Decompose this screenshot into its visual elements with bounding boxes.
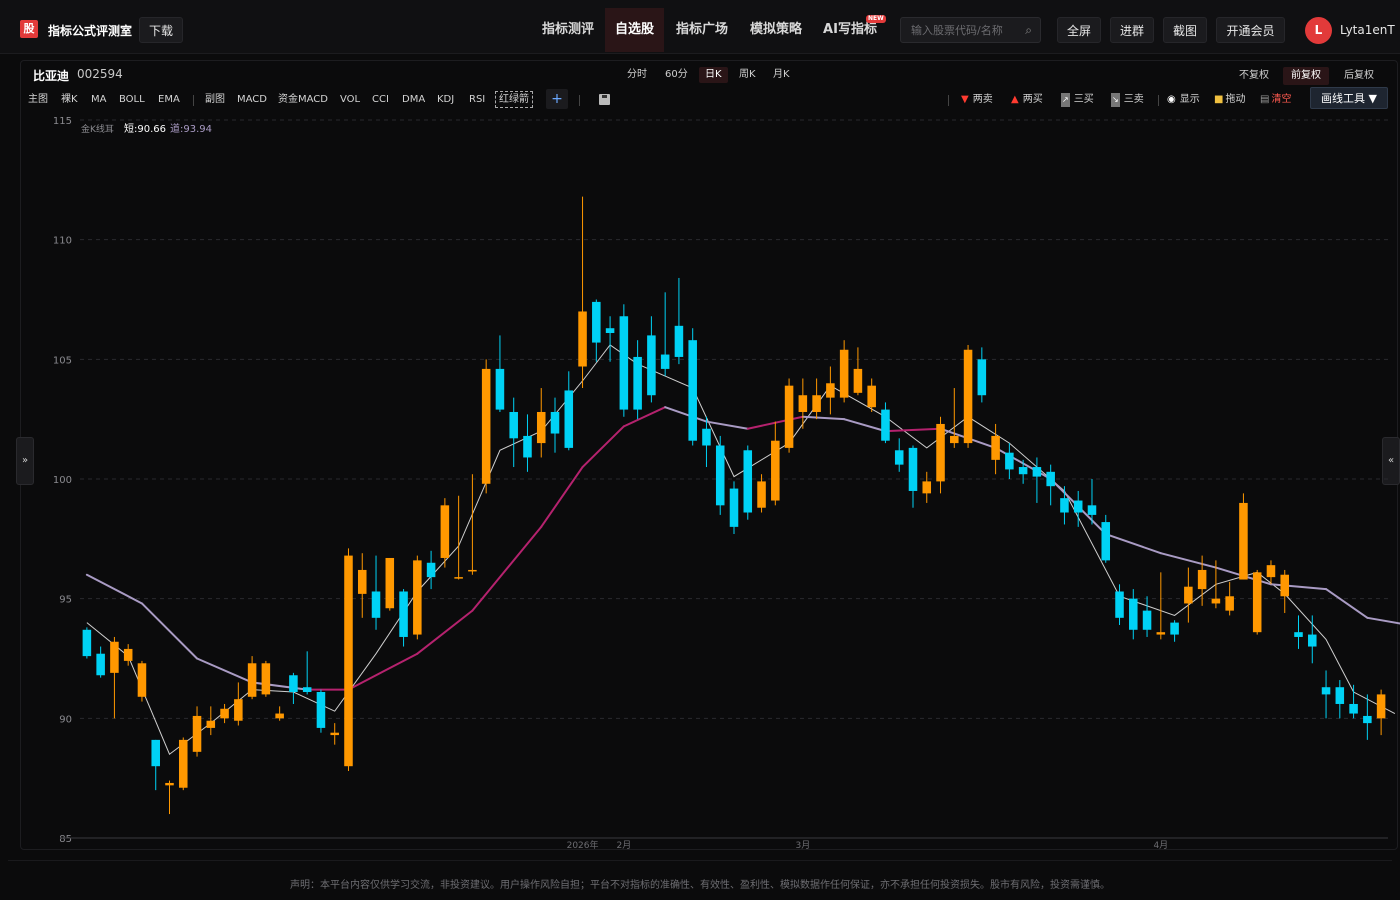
nav-sim-strategy[interactable]: 模拟策略 bbox=[748, 8, 804, 52]
toolbar-divider bbox=[579, 95, 580, 106]
indicator-red-green-arrow[interactable]: 红绿箭 bbox=[495, 91, 533, 108]
toolbar-divider bbox=[1158, 95, 1159, 106]
double-chevron-left-icon[interactable]: « bbox=[1382, 437, 1400, 485]
chart-panel bbox=[20, 60, 1398, 850]
search-icon[interactable]: ⌕ bbox=[1025, 23, 1032, 38]
tool-three-sell[interactable]: ↘ 三卖 bbox=[1111, 93, 1144, 107]
username[interactable]: Lyta1enT bbox=[1340, 23, 1395, 37]
screenshot-button[interactable]: 截图 bbox=[1163, 17, 1207, 43]
indicator-bare-k[interactable]: 裸K bbox=[61, 93, 78, 107]
tool-clear[interactable]: ▤ 清空 bbox=[1260, 93, 1291, 107]
join-group-button[interactable]: 进群 bbox=[1110, 17, 1154, 43]
period-60min[interactable]: 60分 bbox=[665, 67, 688, 83]
indicator-rsi[interactable]: RSI bbox=[469, 93, 485, 107]
period-intraday[interactable]: 分时 bbox=[627, 67, 647, 83]
period-daily[interactable]: 日K bbox=[699, 67, 728, 83]
stock-search[interactable]: ⌕ bbox=[900, 17, 1041, 43]
stock-name: 比亚迪 bbox=[33, 69, 70, 83]
down-triangle-icon: ▼ bbox=[961, 94, 969, 105]
new-badge: NEW bbox=[866, 15, 886, 23]
footer-divider bbox=[8, 860, 1392, 861]
tool-drag[interactable]: ■ 拖动 bbox=[1214, 93, 1245, 107]
download-button[interactable]: 下载 bbox=[139, 17, 183, 43]
tool-drag-label: 拖动 bbox=[1225, 94, 1246, 105]
nav-indicator-review[interactable]: 指标测评 bbox=[540, 8, 596, 52]
add-indicator-button[interactable]: + bbox=[546, 89, 568, 109]
eye-icon: ◉ bbox=[1167, 94, 1176, 105]
chart-line-icon: ↗ bbox=[1061, 93, 1070, 107]
sub-chart-label: 副图 bbox=[205, 94, 225, 105]
search-input[interactable] bbox=[911, 22, 1021, 38]
up-triangle-icon: ▲ bbox=[1011, 94, 1019, 105]
top-navbar: 股 指标公式评测室 下载 指标测评 自选股 指标广场 模拟策略 AI写指标 NE… bbox=[0, 0, 1400, 54]
period-monthly[interactable]: 月K bbox=[773, 67, 790, 83]
tool-clear-label: 清空 bbox=[1271, 94, 1292, 105]
draw-tool-dropdown[interactable]: 画线工具 ▼ bbox=[1310, 87, 1388, 109]
tool-two-buy[interactable]: ▲ 两买 bbox=[1011, 93, 1043, 107]
indicator-macd[interactable]: MACD bbox=[237, 93, 267, 107]
avatar[interactable]: L bbox=[1305, 17, 1332, 44]
trash-icon: ▤ bbox=[1260, 94, 1270, 105]
main-chart-label: 主图 bbox=[28, 94, 48, 105]
plus-icon: + bbox=[551, 91, 563, 107]
fullscreen-button[interactable]: 全屏 bbox=[1057, 17, 1101, 43]
indicator-fund-macd[interactable]: 资金MACD bbox=[278, 93, 328, 107]
nav-indicator-plaza[interactable]: 指标广场 bbox=[674, 8, 730, 52]
chart-line-icon: ↘ bbox=[1111, 93, 1120, 107]
vip-button[interactable]: 开通会员 bbox=[1216, 17, 1285, 43]
tool-two-sell-label: 两卖 bbox=[972, 94, 993, 105]
indicator-ma[interactable]: MA bbox=[91, 93, 106, 107]
toolbar-divider bbox=[193, 95, 194, 106]
tool-show-label: 显示 bbox=[1179, 94, 1200, 105]
indicator-ema[interactable]: EMA bbox=[158, 93, 180, 107]
logo-icon: 股 bbox=[20, 20, 38, 38]
tool-two-buy-label: 两买 bbox=[1022, 94, 1043, 105]
tool-three-sell-label: 三卖 bbox=[1123, 94, 1144, 105]
stock-code: 002594 bbox=[77, 67, 123, 81]
tool-two-sell[interactable]: ▼ 两卖 bbox=[961, 93, 993, 107]
indicator-boll[interactable]: BOLL bbox=[119, 93, 145, 107]
double-chevron-right-icon[interactable]: » bbox=[16, 437, 34, 485]
nav-watchlist[interactable]: 自选股 bbox=[605, 8, 664, 52]
tool-show[interactable]: ◉ 显示 bbox=[1167, 93, 1200, 107]
adjust-none[interactable]: 不复权 bbox=[1235, 67, 1273, 85]
indicator-cci[interactable]: CCI bbox=[372, 93, 389, 107]
toolbar-divider bbox=[948, 95, 949, 106]
period-weekly[interactable]: 周K bbox=[739, 67, 756, 83]
indicator-vol[interactable]: VOL bbox=[340, 93, 360, 107]
app-title: 指标公式评测室 bbox=[48, 24, 133, 38]
save-icon[interactable] bbox=[599, 94, 610, 105]
tool-three-buy[interactable]: ↗ 三买 bbox=[1061, 93, 1094, 107]
disclaimer: 声明：本平台内容仅供学习交流，非投资建议。用户操作风险自担；平台不对指标的准确性… bbox=[290, 880, 1110, 891]
tool-three-buy-label: 三买 bbox=[1073, 94, 1094, 105]
indicator-kdj[interactable]: KDJ bbox=[437, 93, 454, 107]
adjust-backward[interactable]: 后复权 bbox=[1339, 67, 1379, 85]
indicator-dma[interactable]: DMA bbox=[402, 93, 425, 107]
adjust-forward[interactable]: 前复权 bbox=[1283, 67, 1329, 85]
app-root: 股 指标公式评测室 下载 指标测评 自选股 指标广场 模拟策略 AI写指标 NE… bbox=[0, 0, 1400, 900]
lock-icon: ■ bbox=[1214, 94, 1224, 105]
